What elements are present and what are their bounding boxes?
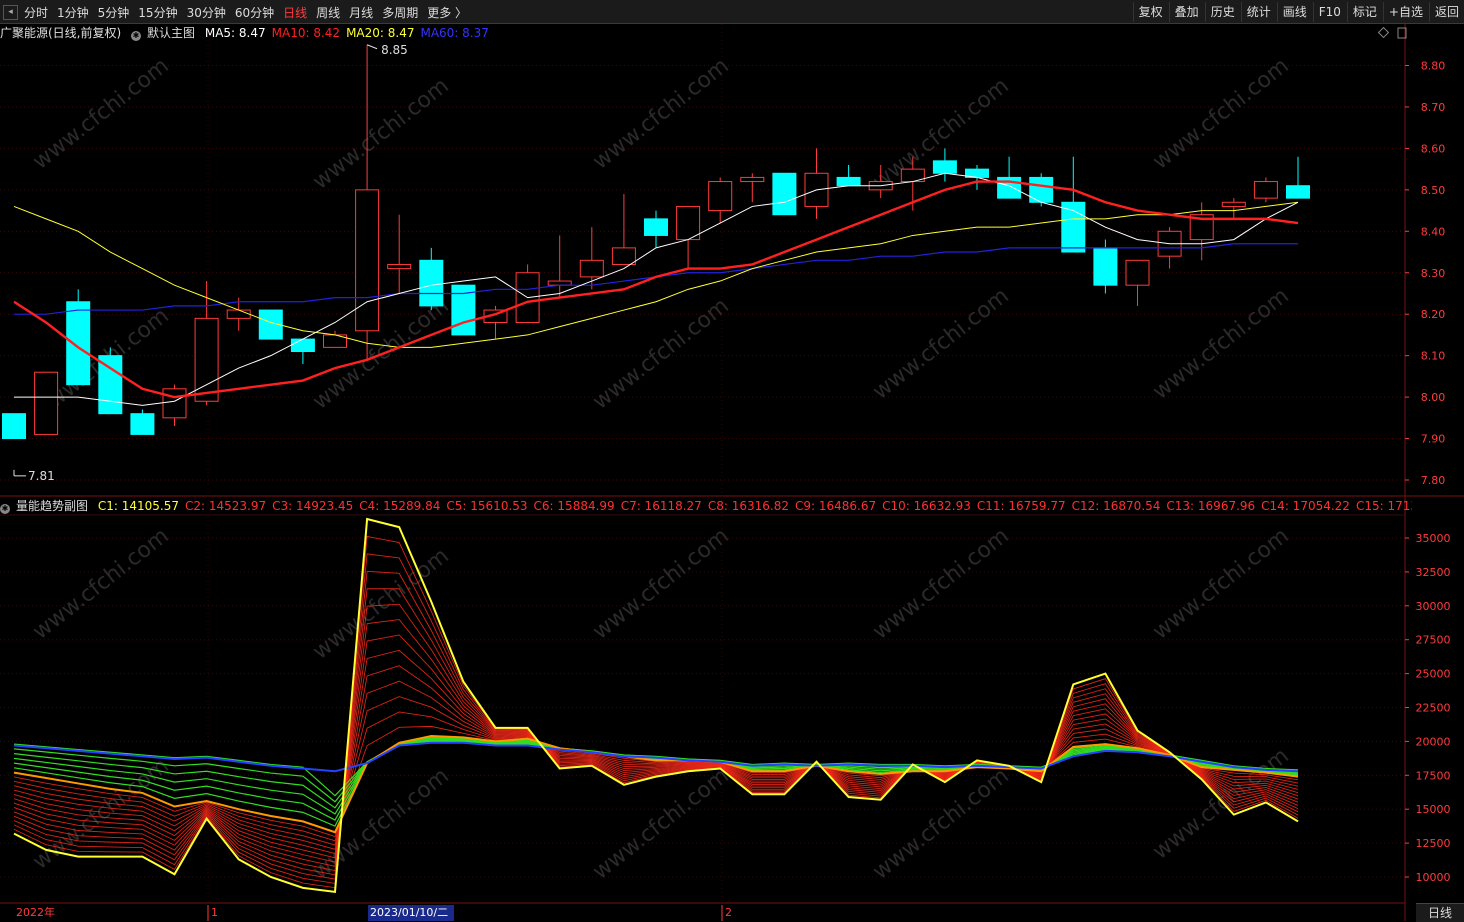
candle-body [1125, 259, 1150, 286]
price-tick-label: 8.80 [1421, 60, 1446, 73]
candle-body [1093, 247, 1118, 286]
watermark-text: www.cfchi.com [588, 53, 733, 174]
candle-body [547, 280, 572, 286]
candle-body [66, 301, 91, 386]
indicator-value-9: C10: 16632.93 [882, 499, 971, 513]
high-marker-label: 8.85 [381, 43, 408, 57]
price-tick-label: 7.80 [1421, 474, 1446, 487]
indicator-settings-icon[interactable]: ✱ [0, 504, 10, 514]
candle-body [708, 181, 733, 212]
price-tick-label: 8.50 [1421, 184, 1446, 197]
candle-body [1253, 181, 1278, 199]
candle-body [772, 172, 797, 216]
watermark-text: www.cfchi.com [308, 73, 453, 194]
candle-body [2, 413, 26, 440]
indicator-value-0: C1: 14105.57 [97, 499, 179, 513]
watermark-text: www.cfchi.com [868, 523, 1013, 644]
volume-tick-label: 20000 [1416, 735, 1451, 748]
watermark-text: www.cfchi.com [588, 523, 733, 644]
indicator-value-14: C15: 17131.10 [1355, 499, 1412, 513]
price-tick-label: 8.20 [1421, 308, 1446, 321]
price-tick-label: 8.10 [1421, 350, 1446, 363]
candle-body [130, 413, 155, 435]
candle-body [1061, 201, 1086, 253]
watermark-text: www.cfchi.com [1148, 283, 1293, 404]
indicator-value-11: C12: 16870.54 [1071, 499, 1161, 513]
watermark-text: www.cfchi.com [1148, 523, 1293, 644]
indicator-value-10: C11: 16759.77 [976, 499, 1066, 513]
candle-body [932, 160, 957, 174]
low-marker-label: 7.81 [28, 469, 55, 483]
watermark-text: www.cfchi.com [28, 523, 173, 644]
watermark-text: www.cfchi.com [868, 73, 1013, 194]
price-tick-label: 8.60 [1421, 142, 1446, 155]
indicator-value-2: C3: 14923.45 [272, 499, 354, 513]
candle-body [419, 259, 444, 307]
price-tick-label: 7.90 [1421, 433, 1446, 446]
indicator-values: C1: 14105.57 C2: 14523.97 C3: 14923.45 C4: … [98, 499, 1412, 513]
diamond-icon [1377, 26, 1390, 39]
chart-canvas[interactable]: 8.80 8.70 8.60 8.50 8.40 8.30 8.20 8.10 8.00 7.90… [0, 0, 1464, 921]
candle-body [676, 205, 701, 241]
candle-body [579, 259, 604, 278]
indicator-title[interactable]: 量能趋势副图 [16, 499, 88, 513]
indicator-value-8: C9: 16486.67 [794, 499, 877, 513]
volume-tick-label: 22500 [1416, 702, 1451, 715]
date-label-month2: 2 [725, 906, 732, 919]
volume-tick-label: 27500 [1416, 634, 1451, 647]
candle-body [1221, 201, 1246, 207]
candle-body [290, 338, 315, 353]
watermark-text: www.cfchi.com [28, 53, 173, 174]
indicator-value-4: C5: 15610.53 [446, 499, 528, 513]
candle-body [98, 355, 123, 415]
watermark-text: www.cfchi.com [1148, 53, 1293, 174]
price-tick-label: 8.70 [1421, 101, 1446, 114]
candle-body [34, 371, 59, 435]
volume-tick-label: 15000 [1416, 803, 1451, 816]
candle-body [355, 189, 380, 332]
sub-chart-info: ✱ 量能趋势副图 C1: 14105.57 C2: 14523.97 C3: 1492… [0, 497, 1412, 515]
period-corner-label[interactable]: 日线 [1416, 903, 1464, 922]
candle-body [226, 309, 251, 319]
watermark-text: www.cfchi.com [588, 293, 733, 414]
indicator-value-6: C7: 16118.27 [620, 499, 702, 513]
volume-tick-label: 30000 [1416, 600, 1451, 613]
candle-body [740, 176, 765, 183]
candle-body [836, 176, 861, 187]
volume-tick-label: 12500 [1416, 837, 1451, 850]
price-tick-label: 8.40 [1421, 225, 1446, 238]
volume-tick-label: 17500 [1416, 769, 1451, 782]
indicator-value-3: C4: 15289.84 [359, 499, 441, 513]
volume-tick-label: 32500 [1416, 566, 1451, 579]
high-marker-arrow [366, 44, 378, 50]
candle-body [162, 388, 187, 419]
price-tick-label: 8.30 [1421, 267, 1446, 280]
volume-tick-label: 35000 [1416, 532, 1451, 545]
date-label-month1: 1 [211, 906, 218, 919]
indicator-value-13: C14: 17054.22 [1261, 499, 1350, 513]
watermark-text: www.cfchi.com [588, 763, 733, 884]
candle-body [1286, 185, 1310, 199]
watermark-text: www.cfchi.com [868, 283, 1013, 404]
volume-tick-label: 25000 [1416, 668, 1451, 681]
indicator-value-1: C2: 14523.97 [184, 499, 267, 513]
candle-body [644, 218, 668, 236]
volume-tick-label: 10000 [1416, 871, 1451, 884]
indicator-value-7: C8: 16316.82 [707, 499, 789, 513]
date-cursor-label: 2023/01/10/二 [370, 906, 448, 919]
indicator-value-12: C13: 16967.96 [1166, 499, 1256, 513]
candle-body [611, 247, 636, 265]
date-label-year: 2022年 [16, 905, 55, 919]
indicator-value-5: C6: 15884.99 [533, 499, 615, 513]
candle-body [387, 263, 412, 270]
price-tick-label: 8.00 [1421, 391, 1446, 404]
